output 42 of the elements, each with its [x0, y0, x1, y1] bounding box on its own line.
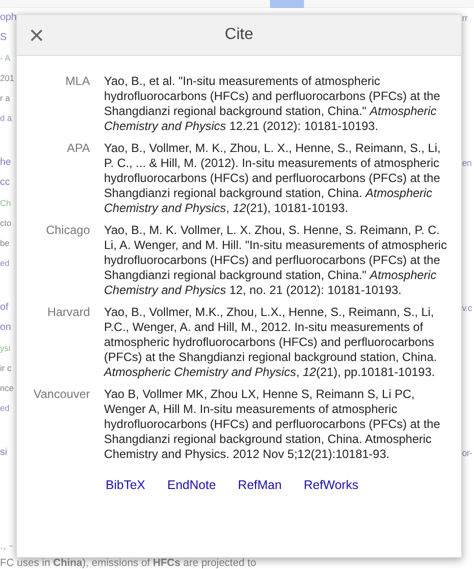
export-link[interactable]: RefWorks — [304, 476, 358, 495]
result-snippet: FC uses in China), emissions of HFCs are projected to — [0, 557, 256, 569]
result-snippet: nce — [0, 382, 14, 395]
tab-indicator — [270, 0, 304, 8]
result-title[interactable]: S — [0, 28, 7, 48]
result-title[interactable]: of — [0, 298, 8, 318]
result-title[interactable]: oph — [0, 8, 17, 28]
citation-style-label: MLA — [65, 74, 90, 88]
result-title[interactable]: si — [0, 443, 8, 463]
result-snippet: ir c — [0, 362, 12, 375]
result-title[interactable]: he — [0, 153, 12, 173]
citation-text: Yao, B., Vollmer, M.K., Zhou, L.X., Henne, S., Reimann, S., Li, P.C., Wenger, A. and Hill, M., 2012. In-situ measurements of atmospheric hydrofluorocarbons (HFCs) and perfluorocarbons (PFCs) at the Shangdianzi regional background station, China. Atmospheric Chemistry and Physics, 12(21), pp.10181-10193. — [104, 305, 438, 380]
dialog-title: Cite — [224, 26, 254, 43]
result-link[interactable]: ed — [0, 398, 10, 418]
result-snippet: be — [0, 237, 10, 250]
citation-text: Yao, B., Vollmer, M. K., Zhou, L. X., Henne, S., Reimann, S., Li, P. C., ... & Hill, M. (2012). In-situ measurements of atmospheric hydrofluorocarbons (HFCs) and perfluorocarbons (PFCs) at the Shangdianzi regional background station, China. Atmospheric Chemistry and Physics, 12(21), 10181-10193. — [104, 141, 442, 216]
citation-style-label: Chicago — [46, 223, 90, 237]
result-title[interactable]: v.c — [462, 303, 472, 313]
result-link[interactable]: d a — [0, 108, 12, 128]
result-title[interactable]: cc — [0, 173, 10, 193]
result-source: - A — [0, 52, 10, 65]
result-link[interactable]: ed — [0, 253, 10, 273]
export-link[interactable]: EndNote — [167, 476, 216, 495]
result-title[interactable]: rr — [462, 13, 468, 23]
result-snippet: ., - — [0, 539, 13, 554]
citation-text: Yao B, Vollmer MK, Zhou LX, Henne S, Reimann S, Li PC, Wenger A, Hill M. In-situ measurements of atmospheric hydrofluorocarbons (HFCs) and perfluorocarbons (PFCs) at the Shangdianzi regional background station, China. Atmospheric Chemistry and Physics. 2012 Nov 5;12(21):10181-93. — [104, 387, 442, 462]
result-snippet: cto — [0, 217, 12, 230]
result-source: ysi — [0, 342, 10, 355]
citation-style-label: APA — [66, 141, 90, 155]
result-source: Ch — [0, 197, 11, 210]
result-title[interactable]: on — [0, 318, 12, 338]
result-snippet: 201 — [0, 72, 14, 85]
citation-text: Yao, B., M. K. Vollmer, L. X. Zhou, S. Henne, S. Reimann, P. C. Li, A. Wenger, and M. Hill. "In-situ measurements of atmospheric hydrofluorocarbons (HFCs) and perfluorocarbons (PFCs) at the Shangdianzi regional background station, China." Atmospheric Chemistry and Physics 12, no. 21 (2012): 10181-10193. — [104, 223, 447, 298]
close-button[interactable]: × — [23, 22, 50, 48]
citation-style-label: Vancouver — [34, 387, 90, 401]
result-title[interactable]: or- — [462, 448, 472, 458]
result-snippet: r a — [0, 92, 10, 105]
citation-style-label: Harvard — [47, 305, 90, 319]
export-link[interactable]: RefMan — [238, 476, 282, 495]
export-link[interactable]: BibTeX — [106, 476, 146, 495]
citation-text: Yao, B., et al. "In-situ measurements of atmospheric hydrofluorocarbons (HFCs) and perfluorocarbons (PFCs) at the Shangdianzi regional background station, China." Atmospheric Chemistry and Physics 12.21 (2012): 10181-10193. — [104, 74, 442, 134]
result-title[interactable]: en — [462, 158, 472, 168]
